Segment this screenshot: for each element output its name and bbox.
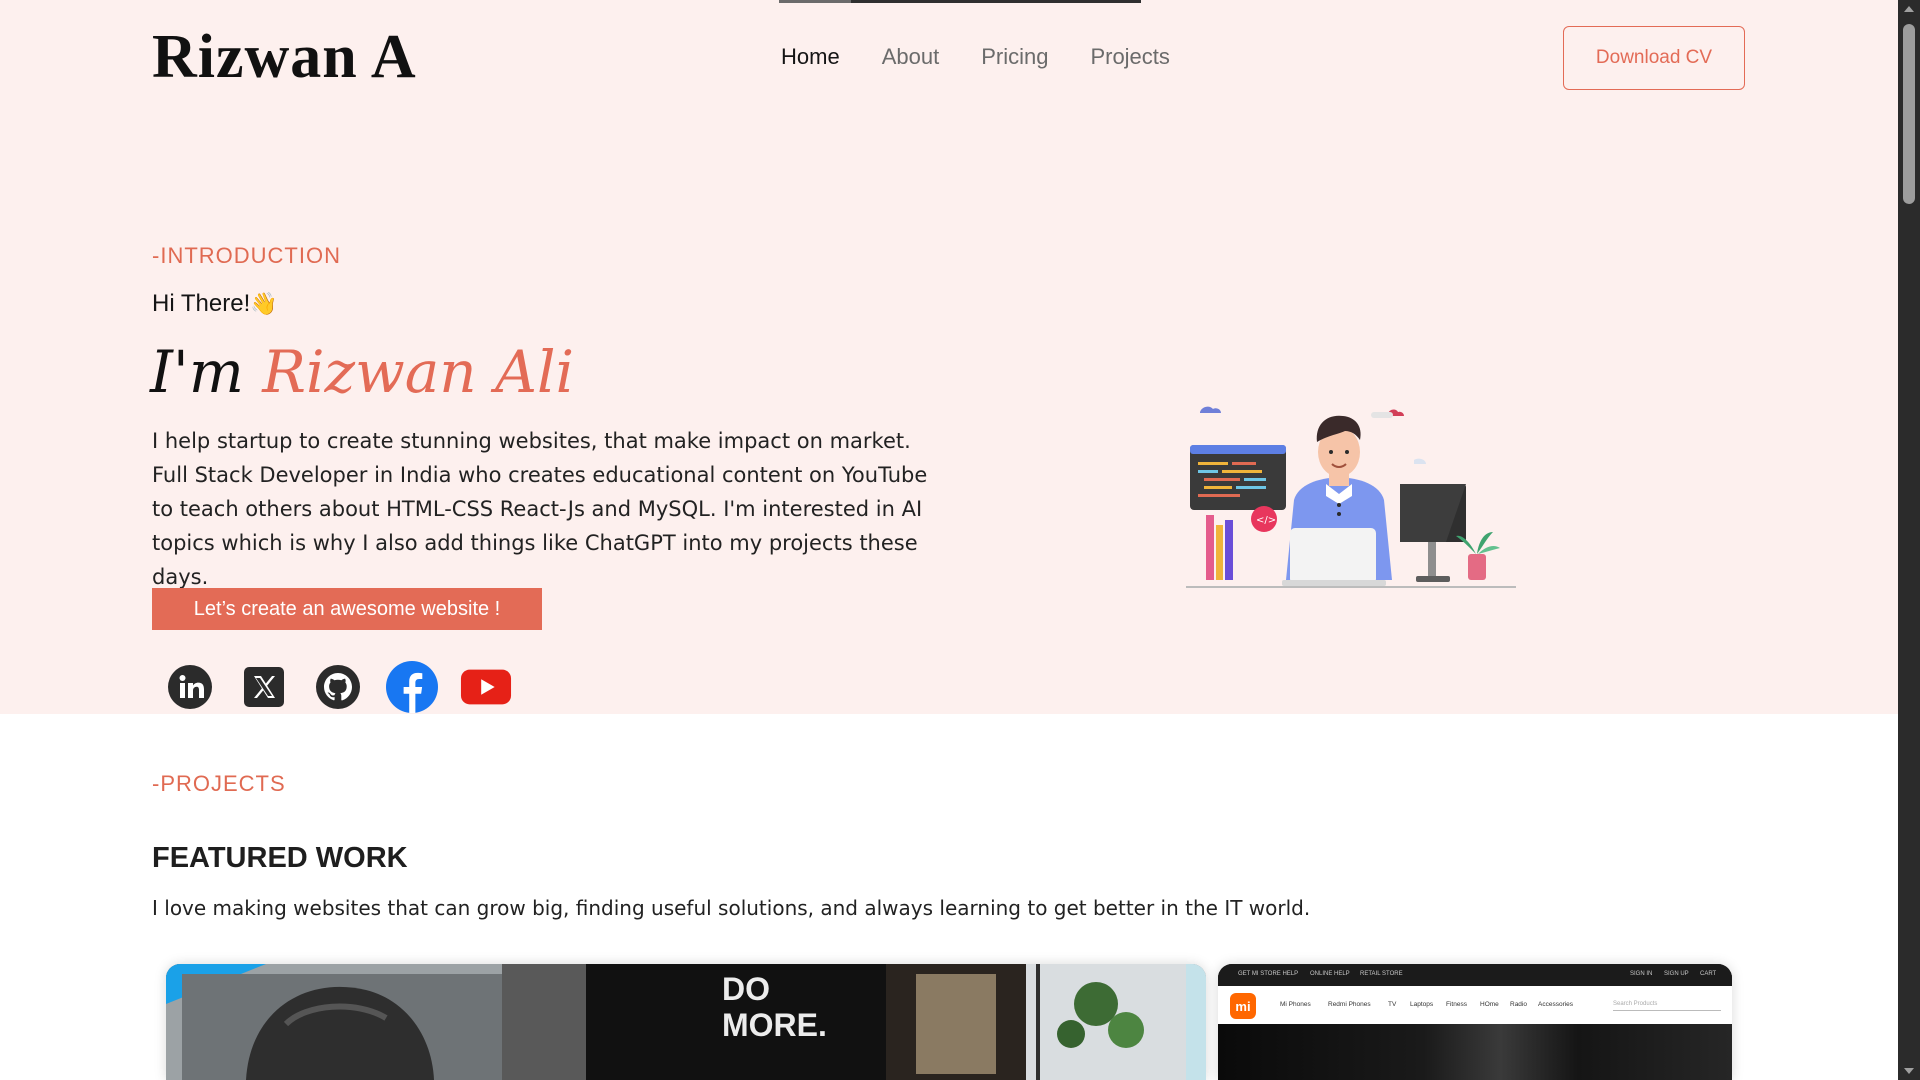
mi-nav-item[interactable]: Mi Phones bbox=[1280, 1001, 1311, 1008]
nav-about[interactable]: About bbox=[882, 44, 940, 70]
scroll-down-icon[interactable] bbox=[1904, 1068, 1914, 1074]
project-card-1-image: DO MORE. bbox=[166, 964, 1206, 1080]
download-cv-button[interactable]: Download CV bbox=[1563, 26, 1745, 90]
featured-work-title: FEATURED WORK bbox=[152, 842, 408, 874]
mi-navbar: mi Mi Phones Redmi Phones TV Laptops Fit… bbox=[1218, 986, 1732, 1024]
mi-search-input[interactable]: Search Products bbox=[1613, 1001, 1721, 1011]
github-icon[interactable] bbox=[312, 661, 364, 713]
mi-top-link-1[interactable]: GET MI STORE HELP bbox=[1238, 971, 1298, 977]
mi-nav-item[interactable]: HOme bbox=[1480, 1001, 1499, 1008]
hero-description: I help startup to create stunning websit… bbox=[152, 429, 928, 589]
mi-sign-in[interactable]: SIGN IN bbox=[1630, 971, 1652, 977]
developer-illustration: </> bbox=[1186, 406, 1516, 588]
cta-button[interactable]: Let’s create an awesome website ! bbox=[152, 588, 542, 630]
page: Rizwan A Home About Pricing Projects Dow… bbox=[0, 0, 1898, 1080]
mi-sign-up[interactable]: SIGN UP bbox=[1664, 971, 1689, 977]
nav-projects[interactable]: Projects bbox=[1090, 44, 1169, 70]
social-links bbox=[164, 661, 512, 713]
hero-name-highlight: Rizwan Ali bbox=[262, 338, 575, 406]
mi-topbar: GET MI STORE HELP ONLINE HELP RETAIL STO… bbox=[1218, 964, 1732, 986]
introduction-tag: -INTRODUCTION bbox=[152, 243, 341, 268]
mi-nav-item[interactable]: Redmi Phones bbox=[1328, 1001, 1371, 1008]
projects-tag: -PROJECTS bbox=[152, 771, 286, 796]
hero-im: I'm bbox=[150, 338, 244, 406]
waving-hand-icon: 👋 bbox=[250, 291, 278, 316]
mi-hero-image bbox=[1218, 1024, 1732, 1080]
mi-nav-item[interactable]: Laptops bbox=[1410, 1001, 1433, 1008]
site-logo[interactable]: Rizwan A bbox=[152, 22, 417, 93]
mi-nav-item[interactable]: TV bbox=[1388, 1001, 1396, 1008]
top-indicator-bar bbox=[779, 0, 1141, 3]
featured-work-description: I love making websites that can grow big… bbox=[152, 896, 1311, 920]
nav-home[interactable]: Home bbox=[781, 44, 840, 70]
svg-text:</>: </> bbox=[1256, 515, 1276, 526]
scrollbar-thumb[interactable] bbox=[1903, 24, 1915, 204]
hero-section: Rizwan A Home About Pricing Projects Dow… bbox=[0, 0, 1898, 714]
main-nav: Home About Pricing Projects bbox=[781, 44, 1170, 70]
mi-nav-item[interactable]: Radio bbox=[1510, 1001, 1527, 1008]
greeting-text: Hi There! bbox=[152, 290, 251, 317]
mi-nav-item[interactable]: Accessories bbox=[1538, 1001, 1573, 1008]
greeting: Hi There!👋 bbox=[152, 290, 278, 318]
facebook-icon[interactable] bbox=[386, 661, 438, 713]
scroll-up-icon[interactable] bbox=[1904, 6, 1914, 12]
mi-top-link-3[interactable]: RETAIL STORE bbox=[1360, 971, 1403, 977]
youtube-icon[interactable] bbox=[460, 661, 512, 713]
nav-pricing[interactable]: Pricing bbox=[981, 44, 1048, 70]
project-card-1[interactable]: DO MORE. bbox=[166, 964, 1206, 1080]
poster-text-more: MORE. bbox=[722, 1007, 827, 1043]
mi-top-link-2[interactable]: ONLINE HELP bbox=[1310, 971, 1350, 977]
project-card-2[interactable]: GET MI STORE HELP ONLINE HELP RETAIL STO… bbox=[1218, 964, 1732, 1080]
mi-cart[interactable]: CART bbox=[1700, 971, 1716, 977]
mi-logo[interactable]: mi bbox=[1230, 993, 1256, 1019]
mi-nav-item[interactable]: Fitness bbox=[1446, 1001, 1467, 1008]
poster-text-do: DO bbox=[722, 971, 770, 1007]
vertical-scrollbar[interactable] bbox=[1898, 0, 1920, 1080]
x-icon[interactable] bbox=[238, 661, 290, 713]
hero-name: I'm Rizwan Ali bbox=[150, 338, 574, 406]
linkedin-icon[interactable] bbox=[164, 661, 216, 713]
